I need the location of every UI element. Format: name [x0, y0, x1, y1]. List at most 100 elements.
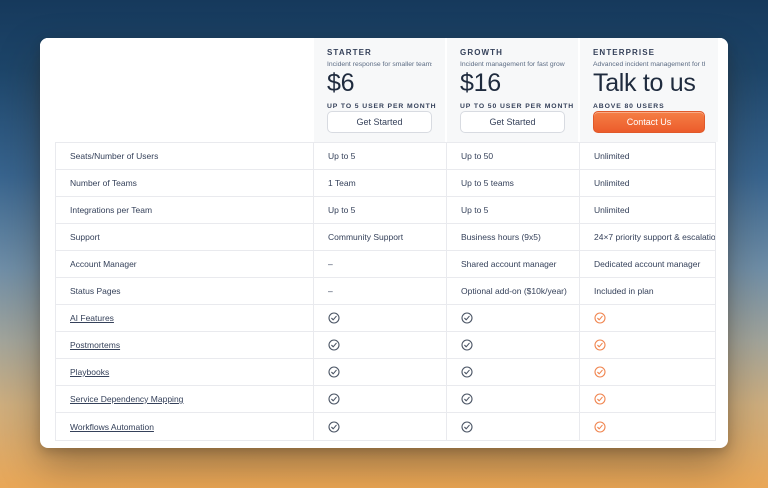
cell-value: Unlimited — [579, 143, 715, 169]
contact-us-button[interactable]: Contact Us — [593, 111, 705, 133]
check-icon — [461, 421, 473, 433]
table-row: Support Community SupportBusiness hours (… — [56, 224, 715, 251]
cell-value: Business hours (9x5) — [446, 224, 579, 250]
cell-check — [579, 305, 715, 331]
table-row: Integrations per TeamUp to 5Up to 5Unlim… — [56, 197, 715, 224]
check-icon — [328, 421, 340, 433]
cell-value: Dedicated account manager — [579, 251, 715, 277]
table-row: Seats/Number of Users Up to 5Up to 50Unli… — [56, 143, 715, 170]
row-label: Support — [70, 232, 100, 242]
cell-check — [446, 413, 579, 440]
row-label: Account Manager — [70, 259, 137, 269]
cell-check — [446, 305, 579, 331]
plan-name: GROWTH — [460, 48, 565, 57]
cell-check — [313, 359, 446, 385]
table-row: Account Manager –Shared account managerDe… — [56, 251, 715, 278]
plans-header: STARTER Incident response for smaller te… — [40, 38, 728, 142]
cell-value: Up to 5 — [313, 143, 446, 169]
cell-check — [313, 386, 446, 412]
plan-description: Incident management for fast growing tea… — [460, 61, 565, 68]
cell-check — [579, 332, 715, 358]
table-row: Service Dependency Mapping — [56, 386, 715, 413]
check-icon — [461, 312, 473, 324]
row-label-cell: Service Dependency Mapping — [56, 386, 313, 412]
plan-subtext: UP TO 5 USER PER MONTH — [327, 103, 432, 110]
plan-column-enterprise: ENTERPRISE Advanced incident management … — [580, 38, 718, 142]
check-icon — [594, 312, 606, 324]
row-label-cell: Number of Teams — [56, 170, 313, 196]
comparison-table-body: Seats/Number of UsersUp to 5Up to 50Unli… — [55, 142, 716, 441]
row-label-cell: Status Pages — [56, 278, 313, 304]
check-icon — [594, 421, 606, 433]
check-icon — [328, 339, 340, 351]
table-row: Workflows Automation — [56, 413, 715, 440]
feature-link[interactable]: Service Dependency Mapping — [70, 394, 183, 404]
row-label-cell: Seats/Number of Users — [56, 143, 313, 169]
cell-value: Community Support — [313, 224, 446, 250]
plan-name: STARTER — [327, 48, 432, 57]
plan-column-growth: GROWTH Incident management for fast grow… — [447, 38, 578, 142]
table-row: Status Pages –Optional add-on ($10k/year)… — [56, 278, 715, 305]
check-icon — [594, 393, 606, 405]
table-row: Postmortems — [56, 332, 715, 359]
feature-link[interactable]: Workflows Automation — [70, 422, 154, 432]
header-empty-cell — [40, 38, 312, 142]
cell-value: Optional add-on ($10k/year) — [446, 278, 579, 304]
cell-value: Up to 5 teams — [446, 170, 579, 196]
cell-value: Included in plan — [579, 278, 715, 304]
cell-check — [313, 413, 446, 440]
cell-check — [313, 332, 446, 358]
check-icon — [328, 393, 340, 405]
cell-value: Up to 5 — [313, 197, 446, 223]
cell-value: – — [313, 251, 446, 277]
cell-check — [579, 359, 715, 385]
row-label: Seats/Number of Users — [70, 151, 158, 161]
plan-name: ENTERPRISE — [593, 48, 705, 57]
row-label: Integrations per Team — [70, 205, 152, 215]
check-icon — [461, 393, 473, 405]
cell-value: 1 Team — [313, 170, 446, 196]
check-icon — [328, 366, 340, 378]
table-row: AI Features — [56, 305, 715, 332]
cell-value: Up to 5 — [446, 197, 579, 223]
cell-check — [446, 359, 579, 385]
feature-link[interactable]: Postmortems — [70, 340, 120, 350]
row-label-cell: Playbooks — [56, 359, 313, 385]
cell-value: – — [313, 278, 446, 304]
check-icon — [594, 366, 606, 378]
cell-check — [313, 305, 446, 331]
cell-check — [579, 413, 715, 440]
row-label-cell: Postmortems — [56, 332, 313, 358]
get-started-button-starter[interactable]: Get Started — [327, 111, 432, 133]
plan-price: $16 — [460, 69, 565, 98]
cell-value: Shared account manager — [446, 251, 579, 277]
row-label-cell: Integrations per Team — [56, 197, 313, 223]
cell-value: Up to 50 — [446, 143, 579, 169]
row-label: Number of Teams — [70, 178, 137, 188]
get-started-button-growth[interactable]: Get Started — [460, 111, 565, 133]
plan-price: $6 — [327, 69, 432, 98]
check-icon — [461, 339, 473, 351]
cell-value: Unlimited — [579, 170, 715, 196]
row-label-cell: Account Manager — [56, 251, 313, 277]
row-label: Status Pages — [70, 286, 121, 296]
table-row: Playbooks — [56, 359, 715, 386]
plan-column-starter: STARTER Incident response for smaller te… — [314, 38, 445, 142]
plan-price: Talk to us — [593, 69, 705, 98]
plan-subtext: UP TO 50 USER PER MONTH — [460, 103, 565, 110]
cell-check — [446, 332, 579, 358]
cell-check — [579, 386, 715, 412]
check-icon — [461, 366, 473, 378]
pricing-card: STARTER Incident response for smaller te… — [40, 38, 728, 448]
feature-link[interactable]: AI Features — [70, 313, 114, 323]
plan-description: Advanced incident management for the ent… — [593, 61, 705, 68]
cell-value: 24×7 priority support & escalation — [579, 224, 715, 250]
row-label-cell: Workflows Automation — [56, 413, 313, 440]
table-row: Number of Teams 1 TeamUp to 5 teamsUnlimi… — [56, 170, 715, 197]
feature-link[interactable]: Playbooks — [70, 367, 109, 377]
row-label-cell: Support — [56, 224, 313, 250]
check-icon — [328, 312, 340, 324]
check-icon — [594, 339, 606, 351]
cell-value: Unlimited — [579, 197, 715, 223]
cell-check — [446, 386, 579, 412]
